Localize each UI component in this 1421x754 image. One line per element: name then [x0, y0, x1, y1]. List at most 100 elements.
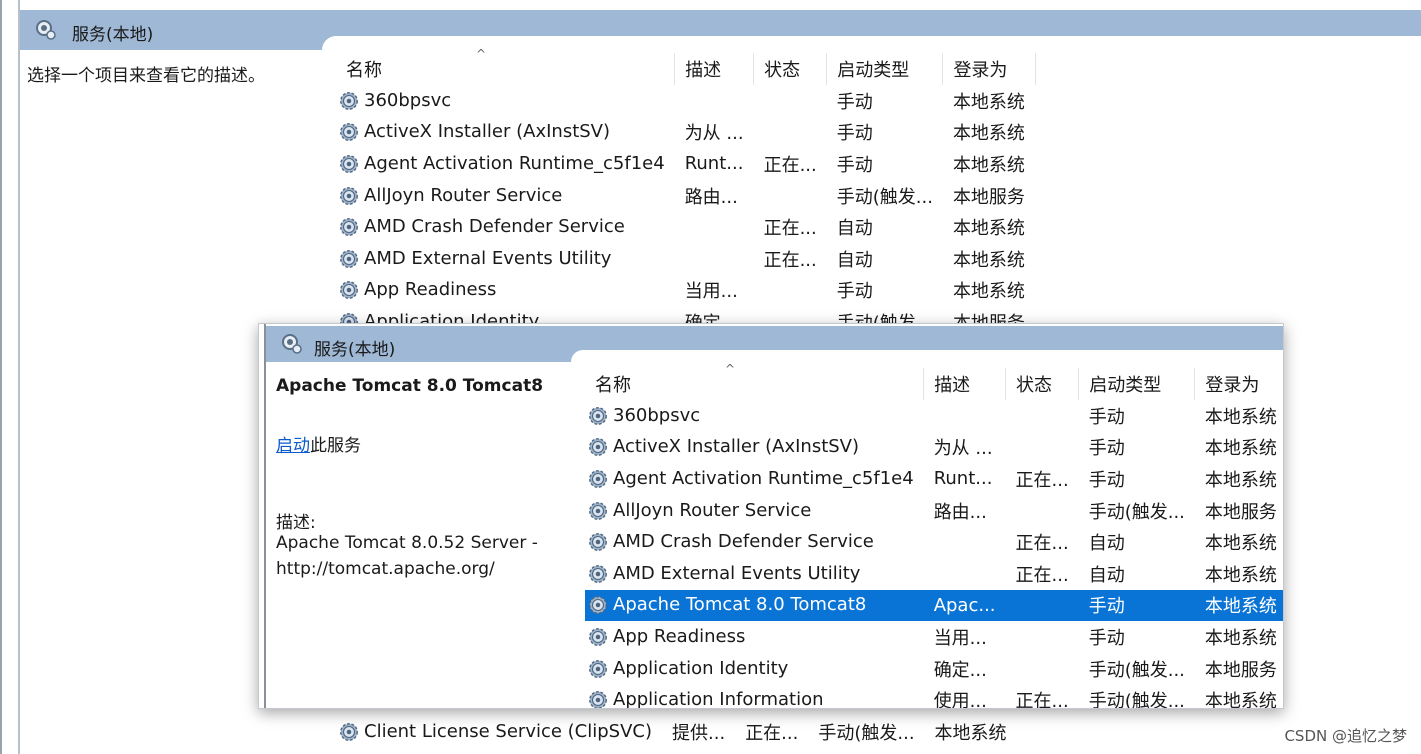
- service-description: [675, 211, 754, 243]
- service-startup-type: 手动: [1088, 627, 1125, 649]
- table-row[interactable]: 360bpsvc 手动 本地系统: [336, 85, 1036, 117]
- service-status: [754, 117, 827, 149]
- table-row[interactable]: AMD External Events Utility 正在... 自动 本地系统: [585, 558, 1283, 590]
- services-table: ^ 名称 描述 状态 启动类型 登录为 360bpsvc 手动 本地系统 ActiveX…: [336, 47, 1037, 338]
- service-name: App Readiness: [336, 275, 675, 307]
- column-name[interactable]: ^ 名称: [336, 47, 676, 85]
- table-row[interactable]: Application Identity 确定... 手动(触发... 本地服务: [585, 653, 1283, 685]
- sort-ascending-icon: ^: [725, 362, 736, 376]
- service-status: 正在...: [763, 249, 817, 271]
- watermark: CSDN @追忆之梦: [1284, 727, 1407, 745]
- service-name: ActiveX Installer (AxInstSV): [336, 117, 675, 149]
- services-window-front: 服务(本地) Apache Tomcat 8.0 Tomcat8 启动此服务 描…: [258, 323, 1284, 709]
- table-row[interactable]: Client License Service (ClipSVC) 提供... 正…: [336, 716, 1017, 748]
- table-row[interactable]: AMD Crash Defender Service 正在... 自动 本地系统: [336, 211, 1036, 243]
- service-name: Application Identity: [585, 653, 924, 685]
- table-row[interactable]: Application Information 使用... 正在... 手动(触发..…: [585, 684, 1283, 708]
- service-startup-type: 手动: [1088, 406, 1125, 428]
- service-logon: 本地服务: [1204, 501, 1277, 523]
- service-startup-type: 手动: [1088, 438, 1125, 460]
- header-title: 服务(本地): [314, 340, 396, 360]
- service-startup-type: 自动: [1088, 533, 1125, 555]
- gear-icon: [340, 281, 358, 300]
- service-name: AMD Crash Defender Service: [336, 211, 675, 243]
- description-line-1: Apache Tomcat 8.0.52 Server -: [276, 533, 538, 553]
- service-logon: 本地系统: [1204, 438, 1277, 460]
- table-row[interactable]: 360bpsvc 手动 本地系统: [585, 400, 1283, 432]
- services-icon: [282, 334, 302, 354]
- column-startup-type[interactable]: 启动类型: [1078, 368, 1196, 400]
- service-logon: 本地系统: [1194, 589, 1283, 622]
- service-description: 为从 ...: [684, 123, 744, 145]
- column-status[interactable]: 状态: [1005, 368, 1080, 400]
- gear-icon: [589, 470, 607, 488]
- column-description[interactable]: 描述: [923, 368, 1007, 400]
- column-startup-type[interactable]: 启动类型: [826, 53, 944, 85]
- service-name: 360bpsvc: [585, 400, 924, 432]
- table-row[interactable]: AllJoyn Router Service 路由... 手动(触发... 本地服务: [336, 180, 1036, 212]
- service-startup-type: 自动: [1088, 564, 1125, 586]
- service-startup-type: 手动: [836, 123, 873, 145]
- service-logon: 本地系统: [952, 218, 1025, 240]
- service-logon: 本地系统: [1204, 406, 1277, 428]
- table-row[interactable]: AMD Crash Defender Service 正在... 自动 本地系统: [585, 526, 1283, 558]
- start-service-link[interactable]: 启动: [276, 436, 310, 456]
- service-startup-type: 手动: [1078, 589, 1195, 622]
- service-description: [675, 85, 754, 117]
- column-description[interactable]: 描述: [674, 53, 755, 85]
- service-logon: 本地系统: [934, 722, 1007, 744]
- service-startup-type: 手动(触发...: [818, 722, 915, 744]
- column-header-row: ^ 名称 描述 状态 启动类型 登录为: [585, 362, 1283, 400]
- service-logon: 本地系统: [1204, 469, 1277, 491]
- service-description: 提供...: [672, 722, 726, 744]
- column-logon-as[interactable]: 登录为: [1194, 368, 1283, 400]
- table-row[interactable]: Agent Activation Runtime_c5f1e4 Runt... 正在…: [585, 463, 1283, 495]
- table-row[interactable]: AllJoyn Router Service 路由... 手动(触发... 本地服务: [585, 495, 1283, 527]
- service-status: [1006, 621, 1079, 653]
- service-logon: 本地系统: [1204, 564, 1277, 586]
- gear-icon: [340, 123, 358, 142]
- table-row[interactable]: ActiveX Installer (AxInstSV) 为从 ... 手动 本地系统: [585, 432, 1283, 464]
- gear-icon: [589, 691, 607, 708]
- sort-ascending-icon: ^: [476, 47, 487, 61]
- table-row[interactable]: Apache Tomcat 8.0 Tomcat8 Apac... 手动 本地系统: [585, 589, 1283, 622]
- service-startup-type: 手动(触发...: [1088, 659, 1185, 681]
- table-row[interactable]: App Readiness 当用... 手动 本地系统: [336, 275, 1036, 307]
- service-status: [754, 275, 827, 307]
- service-description: [924, 558, 1006, 590]
- gear-icon: [589, 628, 607, 646]
- column-logon-as[interactable]: 登录为: [942, 53, 1037, 85]
- selected-service-name: Apache Tomcat 8.0 Tomcat8: [276, 376, 544, 396]
- description-line-2: http://tomcat.apache.org/: [276, 559, 495, 579]
- gear-icon: [340, 218, 358, 237]
- service-name: AMD External Events Utility: [585, 558, 924, 590]
- service-status: [1005, 589, 1079, 622]
- service-name: 360bpsvc: [336, 85, 675, 117]
- gear-icon: [340, 91, 358, 110]
- service-name: AMD External Events Utility: [336, 243, 675, 275]
- service-description: Runt...: [933, 468, 993, 490]
- gear-icon: [589, 564, 607, 583]
- service-action: 启动此服务: [276, 431, 361, 456]
- table-row[interactable]: Agent Activation Runtime_c5f1e4 Runt... 正在…: [336, 148, 1036, 180]
- service-startup-type: 自动: [836, 218, 873, 240]
- service-description: 确定...: [933, 659, 987, 681]
- description-hint: 选择一个项目来查看它的描述。: [27, 66, 265, 86]
- service-logon: 本地服务: [952, 186, 1025, 208]
- table-row[interactable]: App Readiness 当用... 手动 本地系统: [585, 621, 1283, 653]
- service-description: [924, 526, 1006, 558]
- service-name: App Readiness: [585, 621, 924, 653]
- service-name: Agent Activation Runtime_c5f1e4: [585, 463, 924, 495]
- service-description: 路由...: [684, 186, 738, 208]
- column-status[interactable]: 状态: [753, 53, 828, 85]
- table-row[interactable]: AMD External Events Utility 正在... 自动 本地系统: [336, 243, 1036, 275]
- tree-pane-edge: [18, 0, 20, 754]
- service-name: AllJoyn Router Service: [585, 495, 924, 527]
- gear-icon: [340, 155, 358, 173]
- service-status: [1006, 495, 1079, 527]
- table-row[interactable]: ActiveX Installer (AxInstSV) 为从 ... 手动 本地系统: [336, 117, 1036, 149]
- gear-icon: [340, 249, 358, 268]
- column-name[interactable]: ^ 名称: [585, 362, 925, 400]
- service-description: Runt...: [684, 153, 744, 175]
- gear-icon: [589, 596, 607, 615]
